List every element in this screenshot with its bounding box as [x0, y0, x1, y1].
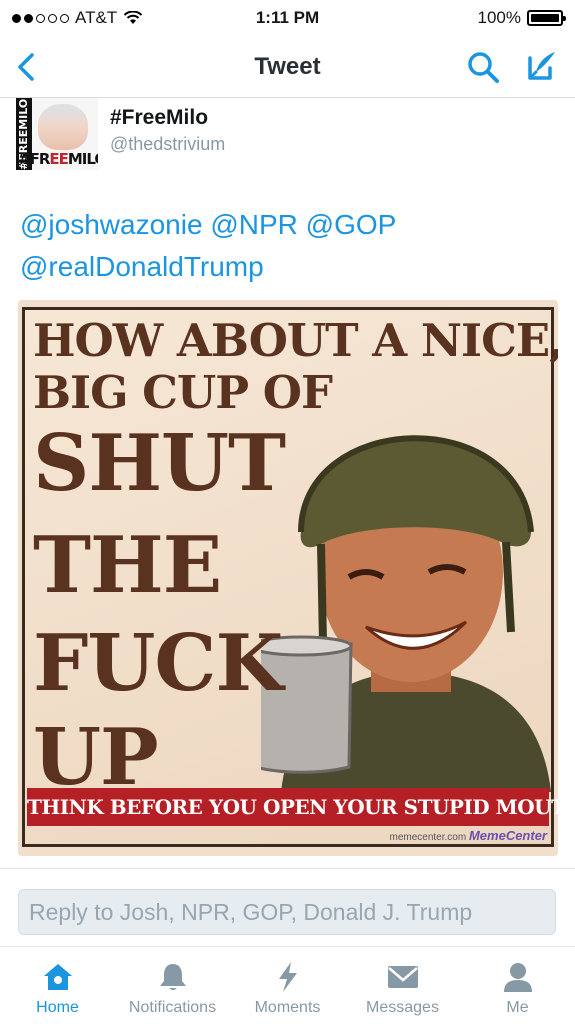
lightning-icon — [278, 962, 297, 992]
battery-percent: 100% — [477, 8, 521, 27]
poster-text-line: THE — [33, 520, 222, 611]
poster-text-line: FUCK — [33, 618, 283, 709]
status-bar: AT&T 1:11 PM 100% — [0, 0, 575, 36]
avatar-face — [38, 104, 88, 150]
battery-level — [531, 14, 559, 22]
carrier-label: AT&T — [75, 8, 118, 27]
avatar-bottom-part-2: EE — [49, 150, 68, 168]
tab-me[interactable]: Me — [460, 947, 575, 1024]
home-icon — [43, 964, 72, 990]
tab-notifications[interactable]: Notifications — [115, 947, 230, 1024]
soldier-illustration — [261, 435, 551, 792]
status-right: 100% — [477, 8, 566, 28]
wifi-icon — [123, 11, 143, 24]
reply-input[interactable]: Reply to Josh, NPR, GOP, Donald J. Trump — [18, 889, 556, 935]
mention-link[interactable]: @GOP — [306, 209, 397, 240]
tweet-text: @joshwazonie @NPR @GOP @realDonaldTrump — [20, 204, 550, 288]
person-icon — [503, 963, 532, 992]
user-handle[interactable]: @thedstrivium — [110, 134, 225, 155]
poster-text-line: BIG CUP OF — [33, 366, 333, 419]
display-name[interactable]: #FreeMilo — [110, 106, 208, 130]
avatar-bottom-text: #FREEMILO — [18, 150, 98, 168]
poster-credit: memecenter.com MemeCenter — [389, 828, 547, 843]
tab-messages[interactable]: Messages — [345, 947, 460, 1024]
search-icon[interactable] — [466, 50, 500, 84]
mention-link[interactable]: @realDonaldTrump — [20, 251, 264, 282]
tab-home[interactable]: Home — [0, 947, 115, 1024]
tab-label: Me — [506, 999, 529, 1016]
poster-banner: THINK BEFORE YOU OPEN YOUR STUPID MOUTH! — [27, 788, 558, 826]
tab-label: Moments — [254, 999, 321, 1016]
compose-icon[interactable] — [522, 48, 558, 84]
credit-logo: MemeCenter — [468, 828, 547, 843]
mention-link[interactable]: @NPR — [210, 209, 298, 240]
envelope-icon — [387, 966, 418, 988]
signal-strength-icon — [12, 13, 69, 23]
credit-site: memecenter.com — [389, 832, 467, 843]
poster-text-line: HOW ABOUT A NICE, — [33, 314, 558, 367]
battery-icon — [527, 10, 566, 26]
avatar-bottom-part-1: #FR — [18, 150, 50, 168]
tab-label: Messages — [366, 999, 439, 1016]
tab-moments[interactable]: Moments — [230, 947, 345, 1024]
reply-area: Reply to Josh, NPR, GOP, Donald J. Trump — [0, 868, 575, 946]
tab-bar: Home Notifications Moments Messages Me — [0, 946, 575, 1024]
tweet-image[interactable]: HOW ABOUT A NICE, BIG CUP OF SHUT THE FU… — [18, 300, 558, 856]
navigation-bar: Tweet — [0, 36, 575, 98]
status-left: AT&T — [12, 8, 478, 28]
mention-link[interactable]: @joshwazonie — [20, 209, 203, 240]
tab-label: Home — [36, 999, 79, 1016]
tab-label: Notifications — [128, 999, 217, 1016]
poster-text-line: SHUT — [33, 418, 286, 509]
avatar[interactable]: #FREEMILO #FREEMILO — [16, 98, 98, 170]
bell-icon — [159, 964, 186, 990]
avatar-bottom-part-3: MILO — [67, 150, 98, 168]
meme-poster: HOW ABOUT A NICE, BIG CUP OF SHUT THE FU… — [22, 307, 558, 847]
